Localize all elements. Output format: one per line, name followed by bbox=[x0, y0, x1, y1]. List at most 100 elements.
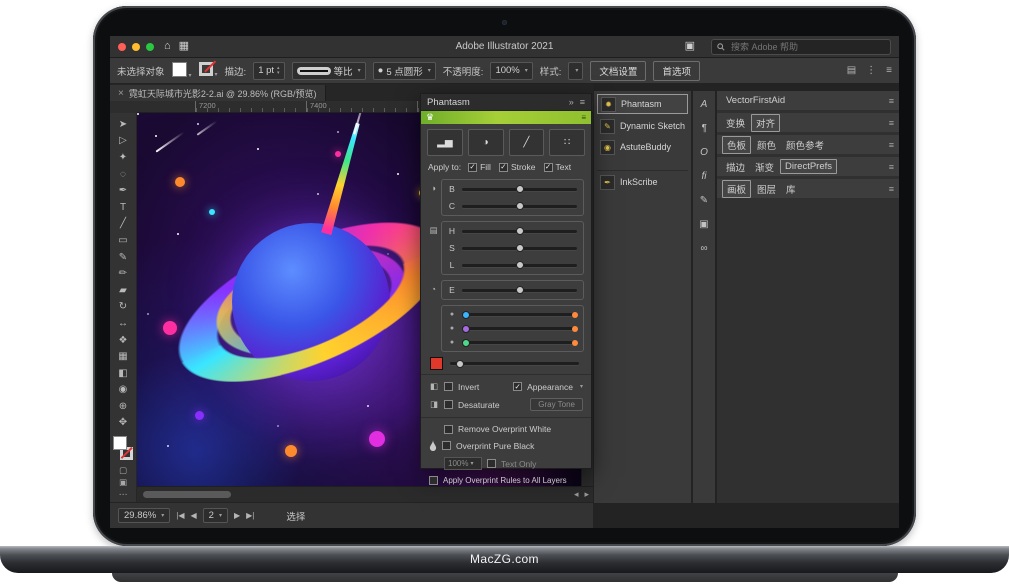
opentype-panel-icon[interactable]: O bbox=[695, 145, 713, 160]
slider-row[interactable]: C bbox=[448, 201, 577, 211]
plugin-item-dynamic-sketch[interactable]: ✎ Dynamic Sketch bbox=[597, 117, 688, 135]
collapse-panel-icon[interactable]: » bbox=[569, 97, 574, 107]
apply-target-checkbox[interactable]: ✓Fill bbox=[468, 162, 491, 172]
draw-normal-mode-icon[interactable]: ▢ bbox=[111, 464, 135, 476]
panel-tab[interactable]: 对齐 bbox=[751, 114, 780, 132]
apply-rules-checkbox[interactable] bbox=[429, 476, 438, 485]
line-tool-icon[interactable]: ╱ bbox=[111, 216, 135, 233]
panel-tab[interactable]: 描边 bbox=[722, 159, 749, 175]
gradient-tool-icon[interactable]: ◧ bbox=[111, 365, 135, 382]
glyphs-panel-icon[interactable]: fi bbox=[695, 169, 713, 184]
panel-tab[interactable]: 色板 bbox=[722, 136, 751, 154]
help-search[interactable] bbox=[711, 39, 891, 55]
channel-knob[interactable] bbox=[462, 339, 470, 347]
slider-row[interactable]: E bbox=[448, 285, 577, 295]
invert-checkbox[interactable] bbox=[444, 382, 453, 391]
previous-artboard-button[interactable]: ◀ bbox=[190, 511, 196, 520]
horizontal-scrollbar[interactable]: ◂ ▸ bbox=[137, 486, 593, 502]
phantasm-settings-icon[interactable]: ≡ bbox=[581, 113, 586, 122]
zoom-tool-icon[interactable]: ⊕ bbox=[111, 398, 135, 415]
panel-tab[interactable]: 画板 bbox=[722, 180, 751, 198]
tint-color-swatch[interactable] bbox=[430, 357, 443, 370]
phantasm-header[interactable]: Phantasm » ≡ bbox=[421, 94, 591, 111]
shape-builder-tool-icon[interactable]: ❖ bbox=[111, 332, 135, 349]
lasso-tool-icon[interactable]: ◌ bbox=[111, 166, 135, 183]
panel-menu-icon[interactable]: ≡ bbox=[889, 162, 894, 172]
minimize-button[interactable] bbox=[132, 43, 140, 51]
slider-row[interactable]: L bbox=[448, 260, 577, 270]
workspace-switcher-icon[interactable]: ▤ bbox=[847, 65, 856, 76]
pen-tool-icon[interactable]: ✒ bbox=[111, 182, 135, 199]
slider-row[interactable]: H bbox=[448, 226, 577, 236]
next-artboard-button[interactable]: ▶ bbox=[234, 511, 240, 520]
slider-knob[interactable] bbox=[516, 227, 524, 235]
magic-wand-tool-icon[interactable]: ✦ bbox=[111, 149, 135, 166]
plugin-item-astutebuddy[interactable]: ◉ AstuteBuddy bbox=[597, 138, 688, 156]
selection-tool-icon[interactable]: ➤ bbox=[111, 116, 135, 133]
rotate-tool-icon[interactable]: ↻ bbox=[111, 299, 135, 316]
export-panel-icon[interactable]: ▣ bbox=[695, 217, 713, 232]
horizontal-scroll-thumb[interactable] bbox=[143, 491, 231, 498]
cyan-channel-slider[interactable]: ● bbox=[448, 311, 577, 318]
magenta-channel-slider[interactable]: ● bbox=[448, 325, 577, 332]
panel-tab[interactable]: 图层 bbox=[753, 181, 780, 197]
screen-mode-icon[interactable]: ⋯ bbox=[111, 488, 135, 500]
app-bar-menu-icon[interactable]: ≡ bbox=[886, 65, 892, 76]
zoom-dropdown[interactable]: 29.86%▾ bbox=[118, 508, 170, 523]
home-icon[interactable]: ⌂ bbox=[164, 41, 171, 52]
green-channel-slider[interactable]: ● bbox=[448, 339, 577, 346]
panel-menu-icon[interactable]: ≡ bbox=[889, 140, 894, 150]
slider-knob[interactable] bbox=[516, 286, 524, 294]
mesh-tool-icon[interactable]: ▦ bbox=[111, 348, 135, 365]
panel-tab[interactable]: VectorFirstAid bbox=[722, 94, 789, 107]
overprint-black-checkbox[interactable] bbox=[442, 441, 451, 450]
remove-overprint-checkbox[interactable] bbox=[444, 425, 453, 434]
panel-tab[interactable]: DirectPrefs bbox=[780, 159, 837, 174]
panel-tab[interactable]: 库 bbox=[782, 181, 800, 197]
panel-tab[interactable]: 颜色 bbox=[753, 137, 780, 153]
slider-knob[interactable] bbox=[516, 244, 524, 252]
contrast-mode-icon[interactable]: ◑ bbox=[468, 129, 504, 156]
plugin-item-inkscribe[interactable]: ✒ InkScribe bbox=[597, 170, 688, 191]
slider-row[interactable]: B bbox=[448, 184, 577, 194]
stroke-weight-stepper[interactable]: 1 pt ▴▾ bbox=[253, 62, 284, 80]
scroll-left-icon[interactable]: ◂ bbox=[574, 489, 579, 500]
eyedropper-tool-icon[interactable]: ◉ bbox=[111, 382, 135, 399]
curves-mode-icon[interactable]: ╱ bbox=[509, 129, 545, 156]
fill-stroke-indicator[interactable] bbox=[113, 436, 133, 460]
overprint-percent-input[interactable]: 100%▾ bbox=[444, 457, 482, 470]
plugin-item-phantasm[interactable]: ✹ Phantasm bbox=[597, 94, 688, 114]
fill-swatch[interactable]: ▾ bbox=[172, 62, 192, 80]
fill-indicator[interactable] bbox=[113, 436, 127, 450]
appearance-checkbox[interactable]: ✓ bbox=[513, 382, 522, 391]
rectangle-tool-icon[interactable]: ▭ bbox=[111, 232, 135, 249]
search-input[interactable] bbox=[729, 41, 885, 53]
desaturate-checkbox[interactable] bbox=[444, 400, 453, 409]
document-setup-button[interactable]: 文档设置 bbox=[590, 61, 646, 81]
zoom-button[interactable] bbox=[146, 43, 154, 51]
levels-mode-icon[interactable]: ▂▅ bbox=[427, 129, 463, 156]
close-document-icon[interactable]: × bbox=[118, 88, 124, 99]
document-tab[interactable]: × 霓虹天际城市光影2-2.ai @ 29.86% (RGB/预览) bbox=[110, 85, 326, 101]
brush-dropdown[interactable]: ●5 点圆形▾ bbox=[373, 62, 436, 80]
panel-menu-icon[interactable]: ≡ bbox=[889, 96, 894, 106]
window-layout-icon[interactable]: ▣ bbox=[685, 41, 695, 52]
slider-row[interactable]: S bbox=[448, 243, 577, 253]
panel-menu-icon[interactable]: ≡ bbox=[580, 97, 585, 107]
artboard-dropdown[interactable]: 2▾ bbox=[203, 508, 228, 523]
text-only-checkbox[interactable] bbox=[487, 459, 496, 468]
hand-tool-icon[interactable]: ✥ bbox=[111, 415, 135, 432]
draw-behind-mode-icon[interactable]: ▣ bbox=[111, 476, 135, 488]
width-tool-icon[interactable]: ↔ bbox=[111, 315, 135, 332]
paragraph-panel-icon[interactable]: ¶ bbox=[695, 121, 713, 136]
panel-tab[interactable]: 渐变 bbox=[751, 159, 778, 175]
slider-knob[interactable] bbox=[516, 202, 524, 210]
type-tool-icon[interactable]: T bbox=[111, 199, 135, 216]
stroke-profile-dropdown[interactable]: 等比▾ bbox=[292, 62, 366, 80]
preferences-button[interactable]: 首选项 bbox=[653, 61, 700, 81]
panel-tab[interactable]: 变换 bbox=[722, 115, 749, 131]
brushes-panel-icon[interactable]: ✎ bbox=[695, 193, 713, 208]
halftone-mode-icon[interactable]: ∷ bbox=[549, 129, 585, 156]
channel-knob[interactable] bbox=[462, 311, 470, 319]
close-button[interactable] bbox=[118, 43, 126, 51]
